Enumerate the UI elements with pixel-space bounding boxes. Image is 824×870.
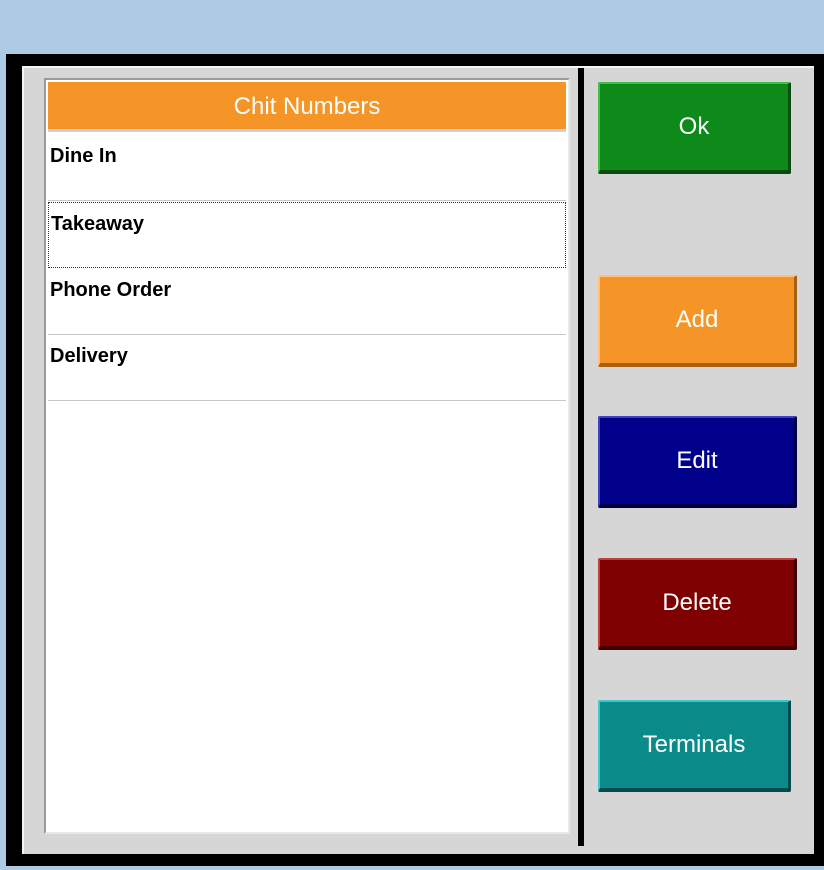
delete-button[interactable]: Delete [598, 558, 797, 650]
add-button-label: Add [675, 306, 719, 333]
add-button[interactable]: Add [598, 275, 797, 367]
edit-button-label: Edit [676, 447, 718, 474]
list-item-label: Delivery [50, 345, 128, 367]
terminals-button-label: Terminals [642, 731, 746, 758]
terminals-button[interactable]: Terminals [598, 700, 791, 792]
ok-button-label: Ok [678, 113, 710, 140]
ok-button[interactable]: Ok [598, 82, 791, 174]
list-item-label: Takeaway [51, 213, 145, 235]
list-item-delivery[interactable]: Delivery [48, 335, 566, 401]
list-item-takeaway[interactable]: Takeaway [48, 202, 566, 268]
list-item-phone-order[interactable]: Phone Order [48, 269, 566, 335]
list-header: Chit Numbers [48, 82, 566, 132]
list-item-dine-in[interactable]: Dine In [48, 135, 566, 201]
list-item-label: Phone Order [50, 279, 172, 301]
panel-divider [578, 68, 584, 846]
list-item-label: Dine In [50, 145, 117, 167]
edit-button[interactable]: Edit [598, 416, 797, 508]
chit-numbers-list: Chit Numbers Dine In Takeaway Phone Orde… [44, 78, 570, 834]
delete-button-label: Delete [662, 589, 732, 616]
